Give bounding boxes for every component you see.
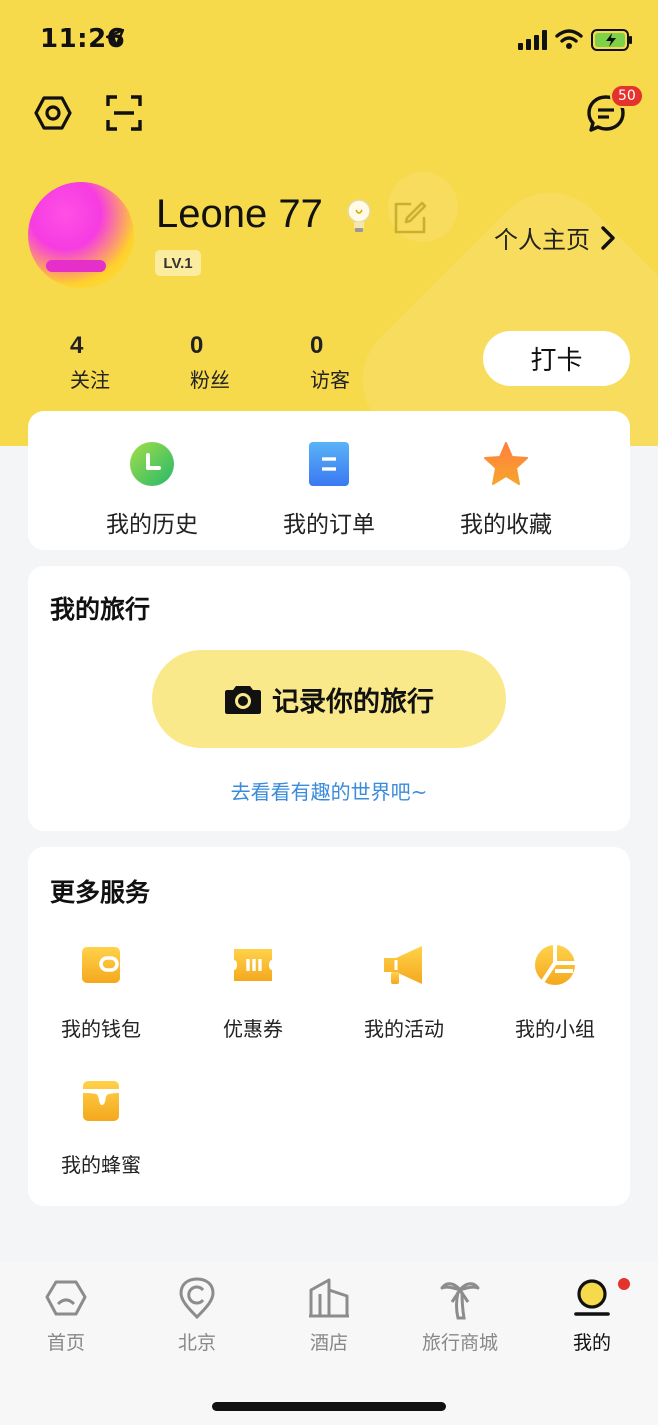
order-icon xyxy=(309,442,349,486)
hotel-icon xyxy=(309,1278,349,1318)
homepage-link[interactable]: 个人主页 xyxy=(494,220,616,255)
stat-following[interactable]: 4 关注 xyxy=(70,332,150,393)
signal-icon xyxy=(518,30,547,50)
tab-label: 酒店 xyxy=(309,1332,348,1354)
group-icon xyxy=(535,945,575,985)
battery-icon xyxy=(591,29,632,51)
wifi-icon xyxy=(555,29,583,49)
stat-value: 0 xyxy=(310,332,324,359)
tab-city[interactable]: 北京 xyxy=(147,1276,247,1355)
tab-home[interactable]: 首页 xyxy=(16,1276,116,1355)
services-card: 更多服务 我的钱包 优惠券 我的活动 我的小组 我的蜂蜜 xyxy=(28,847,630,1206)
notification-dot xyxy=(618,1278,630,1290)
username: Leone 77 xyxy=(156,192,323,236)
profile-icon xyxy=(574,1279,610,1316)
status-bar: 11:26 xyxy=(0,0,658,80)
quick-link-label: 我的收藏 xyxy=(460,512,552,538)
service-events[interactable]: 我的活动 xyxy=(329,943,479,1042)
clock-icon xyxy=(130,442,174,486)
level-badge: LV.1 xyxy=(155,250,201,276)
wallet-icon xyxy=(82,947,120,983)
homepage-label: 个人主页 xyxy=(494,226,590,254)
travel-section-title: 我的旅行 xyxy=(50,595,151,624)
service-groups[interactable]: 我的小组 xyxy=(480,943,630,1042)
tab-bar: 首页 北京 酒店 旅行商城 我的 xyxy=(0,1262,658,1425)
stat-value: 0 xyxy=(190,332,204,359)
message-count-badge: 50 xyxy=(610,84,644,108)
stat-label: 关注 xyxy=(70,368,110,392)
tab-label: 首页 xyxy=(46,1332,85,1354)
location-arrow-icon xyxy=(106,29,124,47)
quick-link-favorites[interactable]: 我的收藏 xyxy=(436,441,576,539)
star-icon xyxy=(484,442,528,485)
stat-visitors[interactable]: 0 访客 xyxy=(310,332,390,393)
travel-card: 我的旅行 记录你的旅行 去看看有趣的世界吧~ xyxy=(28,566,630,831)
home-indicator xyxy=(212,1402,446,1411)
service-label: 我的蜂蜜 xyxy=(61,1153,141,1177)
service-honey[interactable]: 我的蜂蜜 xyxy=(26,1079,176,1178)
service-label: 我的小组 xyxy=(515,1017,595,1041)
record-travel-button[interactable]: 记录你的旅行 xyxy=(152,650,506,748)
service-label: 我的活动 xyxy=(364,1017,444,1041)
location-icon xyxy=(179,1277,215,1320)
tab-mall[interactable]: 旅行商城 xyxy=(410,1276,510,1355)
megaphone-icon xyxy=(384,946,422,984)
edit-icon[interactable] xyxy=(392,200,428,236)
palm-tree-icon xyxy=(440,1282,480,1320)
service-label: 优惠券 xyxy=(223,1017,283,1041)
explore-link[interactable]: 去看看有趣的世界吧~ xyxy=(28,776,630,805)
checkin-button[interactable]: 打卡 xyxy=(483,331,630,386)
stat-followers[interactable]: 0 粉丝 xyxy=(190,332,270,393)
home-icon xyxy=(45,1280,87,1316)
quick-links-card: 我的历史 我的订单 我的收藏 xyxy=(28,411,630,550)
tab-label: 北京 xyxy=(177,1332,216,1354)
scan-icon[interactable] xyxy=(106,95,142,131)
tab-label: 我的 xyxy=(572,1332,611,1354)
quick-link-orders[interactable]: 我的订单 xyxy=(259,441,399,539)
stat-label: 粉丝 xyxy=(190,368,230,392)
tab-label: 旅行商城 xyxy=(421,1332,498,1354)
service-wallet[interactable]: 我的钱包 xyxy=(26,943,176,1042)
record-travel-label: 记录你的旅行 xyxy=(272,686,434,718)
quick-link-label: 我的历史 xyxy=(106,512,198,538)
tab-hotel[interactable]: 酒店 xyxy=(279,1276,379,1355)
service-label: 我的钱包 xyxy=(61,1017,141,1041)
stat-value: 4 xyxy=(70,332,84,359)
honey-icon xyxy=(83,1081,119,1121)
chevron-right-icon xyxy=(601,225,615,250)
camera-icon xyxy=(225,686,261,714)
service-coupon[interactable]: 优惠券 xyxy=(178,943,328,1042)
settings-icon[interactable] xyxy=(34,94,72,132)
quick-link-history[interactable]: 我的历史 xyxy=(82,441,222,539)
lightbulb-icon xyxy=(347,199,371,232)
quick-link-label: 我的订单 xyxy=(283,512,375,538)
coupon-icon xyxy=(234,949,272,981)
avatar[interactable] xyxy=(28,182,134,288)
stat-label: 访客 xyxy=(310,368,350,392)
services-section-title: 更多服务 xyxy=(50,878,151,907)
